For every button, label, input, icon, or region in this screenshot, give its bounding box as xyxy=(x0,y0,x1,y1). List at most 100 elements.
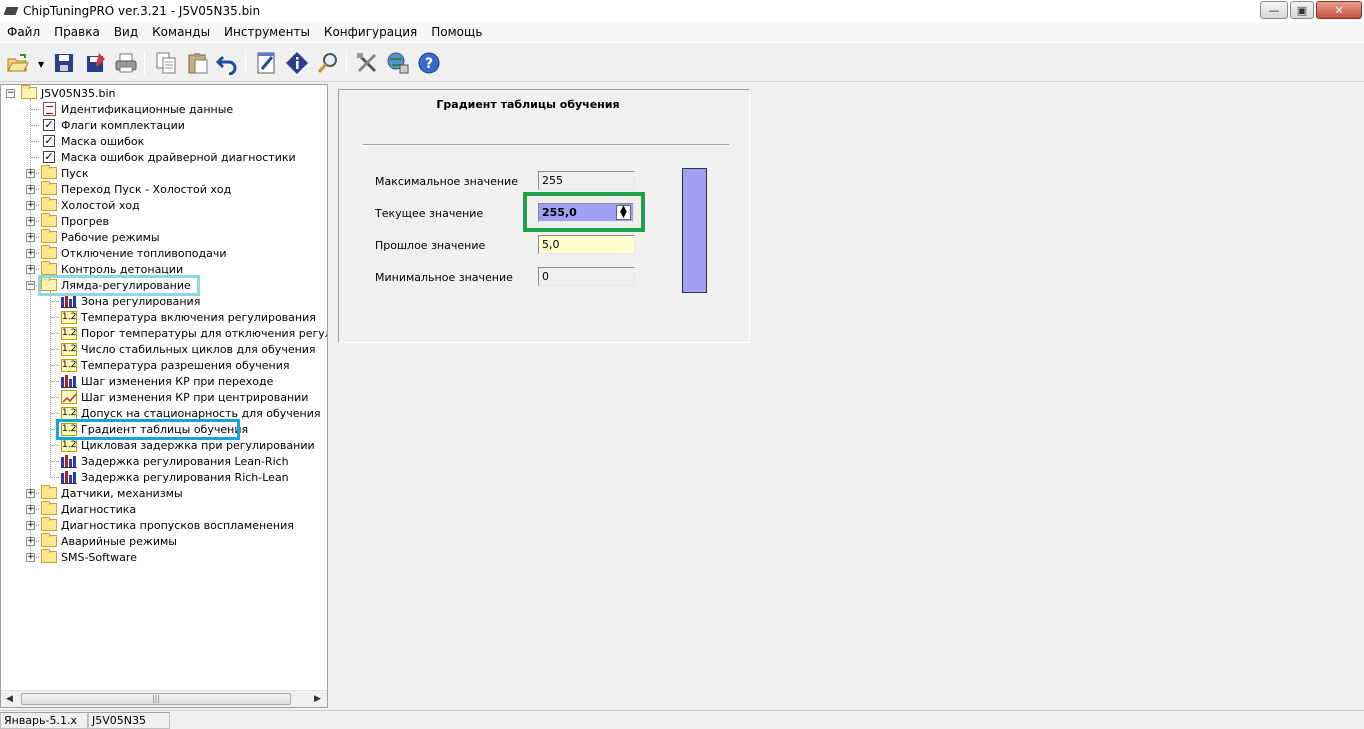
info-icon[interactable] xyxy=(284,50,310,76)
help-icon[interactable]: ? xyxy=(416,50,442,76)
scroll-left-arrow[interactable]: ◀ xyxy=(6,694,13,704)
open-dropdown-arrow[interactable]: ▼ xyxy=(38,60,44,69)
previous-value-label: Прошлое значение xyxy=(375,239,486,252)
document-icon xyxy=(41,102,57,116)
scrollbar-thumb[interactable]: ||| xyxy=(21,693,291,705)
menu-file[interactable]: Файл xyxy=(0,25,47,39)
expand-toggle[interactable]: + xyxy=(26,249,35,258)
expand-toggle[interactable]: + xyxy=(26,505,35,514)
tree-item[interactable]: 1.2 Температура включения регулирования xyxy=(61,309,316,325)
expand-toggle[interactable]: + xyxy=(26,537,35,546)
undo-icon[interactable] xyxy=(214,50,240,76)
menu-help[interactable]: Помощь xyxy=(424,25,489,39)
expand-toggle[interactable]: + xyxy=(26,185,35,194)
tree-item-label: Датчики, механизмы xyxy=(61,486,183,500)
tree-folder[interactable]: Пуск xyxy=(41,165,88,181)
tree-view[interactable]: − J5V05N35.bin Идентификационные данные ✓… xyxy=(1,85,327,685)
collapse-toggle[interactable]: − xyxy=(6,89,15,98)
copy-icon[interactable] xyxy=(153,50,179,76)
number-icon: 1.2 xyxy=(61,326,77,340)
tree-line xyxy=(51,477,59,478)
tree-item-label: Переход Пуск - Холостой ход xyxy=(61,182,232,196)
tools-icon[interactable] xyxy=(354,50,380,76)
toolbar-separator xyxy=(346,51,347,75)
menu-edit[interactable]: Правка xyxy=(47,25,107,39)
tree-folder[interactable]: Холостой ход xyxy=(41,197,140,213)
expand-toggle[interactable]: + xyxy=(26,217,35,226)
expand-toggle[interactable]: + xyxy=(26,553,35,562)
tree-item[interactable]: 1.2 Температура разрешения обучения xyxy=(61,357,289,373)
menu-configuration[interactable]: Конфигурация xyxy=(317,25,424,39)
folder-icon xyxy=(41,213,57,228)
previous-value-field: 5,0 xyxy=(538,235,635,254)
tree-item-label: Флаги комплектации xyxy=(61,118,185,132)
tree-folder[interactable]: Прогрев xyxy=(41,213,109,229)
collapse-toggle[interactable]: − xyxy=(26,281,35,290)
close-button[interactable]: ✕ xyxy=(1316,1,1362,19)
current-value-label: Текущее значение xyxy=(375,207,484,220)
network-icon[interactable] xyxy=(385,50,411,76)
edit-icon[interactable] xyxy=(253,50,279,76)
folder-icon xyxy=(41,517,57,532)
tree-item[interactable]: ✓ Маска ошибок xyxy=(41,133,144,149)
tree-item-label: Прогрев xyxy=(61,214,109,228)
tree-item-label: Аварийные режимы xyxy=(61,534,177,548)
tree-item-label: Задержка регулирования Rich-Lean xyxy=(81,470,289,484)
expand-toggle[interactable]: + xyxy=(26,489,35,498)
print-icon[interactable] xyxy=(113,50,139,76)
expand-toggle[interactable]: + xyxy=(26,521,35,530)
tree-folder[interactable]: Датчики, механизмы xyxy=(41,485,183,501)
tree-folder[interactable]: Диагностика пропусков воспламенения xyxy=(41,517,294,533)
tree-folder[interactable]: Переход Пуск - Холостой ход xyxy=(41,181,231,197)
title-bar: ChipTuningPRO ver.3.21 - J5V05N35.bin — … xyxy=(0,0,1364,22)
toolbar-separator xyxy=(245,51,246,75)
tree-item[interactable]: Задержка регулирования Lean-Rich xyxy=(61,453,289,469)
tree-item[interactable]: ✓ Флаги комплектации xyxy=(41,117,185,133)
minimize-button[interactable]: — xyxy=(1260,1,1288,19)
menu-tools[interactable]: Инструменты xyxy=(217,25,317,39)
toolbar: ▼ ? xyxy=(0,42,1364,82)
tree-folder[interactable]: SMS-Software xyxy=(41,549,137,565)
tree-folder[interactable]: Отключение топливоподачи xyxy=(41,245,227,261)
tree-item[interactable]: 1.2 Порог температуры для отключения регу… xyxy=(61,325,327,341)
tree-folder[interactable]: Рабочие режимы xyxy=(41,229,160,245)
number-icon: 1.2 xyxy=(61,438,77,452)
maximize-button[interactable]: ▣ xyxy=(1290,1,1314,19)
expand-toggle[interactable]: + xyxy=(26,233,35,242)
tree-line xyxy=(51,461,59,462)
tree-pane[interactable]: − J5V05N35.bin Идентификационные данные ✓… xyxy=(0,84,328,708)
scroll-right-arrow[interactable]: ▶ xyxy=(314,694,321,704)
tree-item[interactable]: 1.2 Число стабильных циклов для обучения xyxy=(61,341,316,357)
folder-icon xyxy=(41,533,57,548)
search-icon[interactable] xyxy=(315,50,341,76)
tree-item[interactable]: ✓ Маска ошибок драйверной диагностики xyxy=(41,149,296,165)
tree-folder[interactable]: Аварийные режимы xyxy=(41,533,177,549)
paste-icon[interactable] xyxy=(185,50,211,76)
min-value-field: 0 xyxy=(538,267,635,286)
tree-root-label: J5V05N35.bin xyxy=(41,86,116,100)
save-as-icon[interactable] xyxy=(83,50,109,76)
min-value-label: Минимальное значение xyxy=(375,271,513,284)
save-icon[interactable] xyxy=(51,50,77,76)
open-icon[interactable] xyxy=(5,50,31,76)
menu-view[interactable]: Вид xyxy=(107,25,145,39)
tree-item[interactable]: Задержка регулирования Rich-Lean xyxy=(61,469,289,485)
tree-line xyxy=(51,349,59,350)
tree-root[interactable]: J5V05N35.bin xyxy=(21,85,116,101)
tree-item[interactable]: Идентификационные данные xyxy=(41,101,233,117)
tree-item-label: SMS-Software xyxy=(61,550,137,564)
expand-toggle[interactable]: + xyxy=(26,169,35,178)
tree-folder[interactable]: Диагностика xyxy=(41,501,136,517)
expand-toggle[interactable]: + xyxy=(26,265,35,274)
status-file: J5V05N35 xyxy=(88,711,170,729)
svg-text:?: ? xyxy=(425,56,433,72)
menu-commands[interactable]: Команды xyxy=(145,25,217,39)
expand-toggle[interactable]: + xyxy=(26,201,35,210)
tree-item[interactable]: Шаг изменения КР при переходе xyxy=(61,373,273,389)
max-value-field: 255 xyxy=(538,171,635,190)
horizontal-scrollbar[interactable]: ◀ ||| ▶ xyxy=(1,690,327,707)
tree-line xyxy=(51,365,59,366)
folder-icon xyxy=(41,181,57,196)
tree-item[interactable]: Шаг изменения КР при центрировании xyxy=(61,389,308,405)
tree-line xyxy=(51,397,59,398)
